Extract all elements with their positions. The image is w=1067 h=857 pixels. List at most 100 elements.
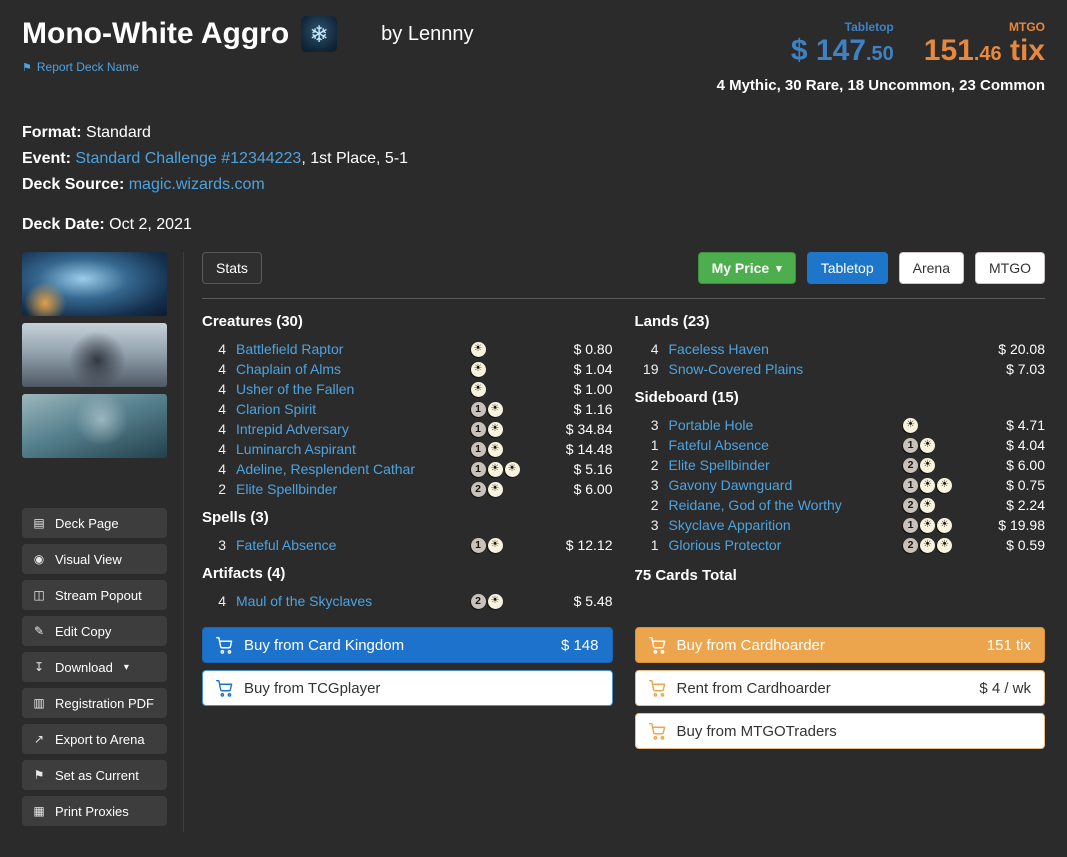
card-link[interactable]: Glorious Protector <box>669 537 904 553</box>
sidebar: ▤ Deck Page ◉ Visual View ◫ Stream Popout ✎ Edi… <box>22 252 167 832</box>
card-price: $ 0.59 <box>1006 537 1045 553</box>
sidebar-button-label: Registration PDF <box>55 695 154 711</box>
tab-mtgo[interactable]: MTGO <box>975 252 1045 284</box>
sidebar-button-download[interactable]: ↧ Download ▾ <box>22 652 167 682</box>
tab-arena[interactable]: Arena <box>898 252 964 284</box>
cart-icon <box>648 679 665 697</box>
card-link[interactable]: Gavony Dawnguard <box>669 477 904 493</box>
card-row: 3 Portable Hole ☀ $ 4.71 <box>635 415 1045 435</box>
card-row: 19 Snow-Covered Plains $ 7.03 <box>635 359 1045 379</box>
card-link[interactable]: Clarion Spirit <box>236 401 471 417</box>
generic-mana-icon: 1 <box>470 401 486 417</box>
deck-column: Lands (23) 4 Faceless Haven $ 20.08 19 Snow-C… <box>635 311 1046 611</box>
mana-cost: ☀ <box>470 381 543 397</box>
deck-meta: Format: Standard Event: Standard Challen… <box>22 120 1045 238</box>
card-price: $ 0.80 <box>573 341 613 357</box>
buy-button-buy-from-tcgplayer[interactable]: Buy from TCGplayer <box>202 670 613 706</box>
generic-mana-icon: 1 <box>470 441 486 457</box>
card-link[interactable]: Battlefield Raptor <box>236 341 471 357</box>
card-link[interactable]: Portable Hole <box>669 417 904 433</box>
event-line: Event: Standard Challenge #12344223, 1st… <box>22 146 1045 172</box>
card-row: 4 Battlefield Raptor ☀ $ 0.80 <box>202 339 613 359</box>
buy-button-buy-from-cardhoarder[interactable]: Buy from Cardhoarder 151 tix <box>634 627 1045 663</box>
card-link[interactable]: Luminarch Aspirant <box>236 441 471 457</box>
sidebar-button-visual-view[interactable]: ◉ Visual View <box>22 544 167 574</box>
sidebar-button-set-as-current[interactable]: ⚑ Set as Current <box>22 760 167 790</box>
sidebar-button-export-to-arena[interactable]: ↗ Export to Arena <box>22 724 167 754</box>
generic-mana-icon: 1 <box>903 517 918 533</box>
white-mana-icon: ☀ <box>487 401 503 417</box>
card-link[interactable]: Maul of the Skyclaves <box>236 593 471 609</box>
sidebar-button-label: Download <box>55 659 113 675</box>
card-qty: 4 <box>218 401 226 417</box>
card-qty: 2 <box>218 481 226 497</box>
card-link[interactable]: Snow-Covered Plains <box>669 361 904 377</box>
card-price: $ 1.16 <box>573 401 613 417</box>
white-mana-icon: ☀ <box>920 457 935 473</box>
deck-author: by Lennny <box>381 22 474 45</box>
card-link[interactable]: Usher of the Fallen <box>236 381 471 397</box>
generic-mana-icon: 1 <box>470 537 486 553</box>
deck-card-image-2 <box>22 323 167 387</box>
mana-cost: 2 ☀ <box>903 457 975 473</box>
card-qty: 2 <box>650 457 659 473</box>
white-mana-icon: ☀ <box>920 437 935 453</box>
cards-total: 75 Cards Total <box>634 567 737 584</box>
card-row: 4 Luminarch Aspirant 1 ☀ $ 14.48 <box>202 439 612 459</box>
deck-source-link[interactable]: magic.wizards.com <box>129 176 265 193</box>
card-link[interactable]: Elite Spellbinder <box>669 457 904 473</box>
tab-tabletop[interactable]: Tabletop <box>806 252 888 284</box>
card-qty: 3 <box>650 477 659 493</box>
report-deck-name-link[interactable]: ⚑ Report Deck Name <box>22 60 139 74</box>
cart-icon <box>216 679 233 697</box>
card-link[interactable]: Adeline, Resplendent Cathar <box>236 461 471 477</box>
card-link[interactable]: Faceless Haven <box>669 341 904 357</box>
generic-mana-icon: 1 <box>903 477 918 493</box>
buy-button-buy-from-mtgotraders[interactable]: Buy from MTGOTraders <box>634 713 1045 749</box>
card-qty: 3 <box>218 537 226 553</box>
card-link[interactable]: Fateful Absence <box>669 437 904 453</box>
sidebar-button-print-proxies[interactable]: ▦ Print Proxies <box>22 796 167 826</box>
card-price: $ 4.04 <box>1006 437 1045 453</box>
card-row: 3 Skyclave Apparition 1 ☀ ☀ $ 19.98 <box>635 515 1045 535</box>
eye-icon: ◉ <box>33 552 45 566</box>
buy-button-label: Buy from Cardhoarder <box>676 636 825 654</box>
sidebar-button-registration-pdf[interactable]: ▥ Registration PDF <box>22 688 167 718</box>
sidebar-button-deck-page[interactable]: ▤ Deck Page <box>22 508 167 538</box>
card-link[interactable]: Intrepid Adversary <box>236 421 471 437</box>
section-header-sideboard-15: Sideboard (15) <box>634 389 739 406</box>
sidebar-button-edit-copy[interactable]: ✎ Edit Copy <box>22 616 167 646</box>
format-value: Standard <box>86 124 151 141</box>
source-line: Deck Source: magic.wizards.com <box>22 172 1045 198</box>
card-link[interactable]: Reidane, God of the Worthy <box>669 497 904 513</box>
buy-button-label: Buy from TCGplayer <box>244 679 381 697</box>
buy-button-rent-from-cardhoarder[interactable]: Rent from Cardhoarder $ 4 / wk <box>634 670 1045 706</box>
stats-button[interactable]: Stats <box>202 252 262 284</box>
card-qty: 1 <box>650 437 659 453</box>
event-result: , 1st Place, 5-1 <box>301 150 409 167</box>
mana-cost: ☀ <box>903 417 975 433</box>
event-link[interactable]: Standard Challenge #12344223 <box>75 150 301 167</box>
white-mana-icon: ☀ <box>920 537 935 553</box>
cart-icon <box>648 722 665 740</box>
divider <box>202 298 1045 299</box>
tabletop-price-block: Tabletop $ 147.50 <box>791 20 894 71</box>
card-link[interactable]: Elite Spellbinder <box>236 481 471 497</box>
my-price-dropdown[interactable]: My Price ▾ <box>697 252 796 284</box>
snow-icon: ❄ <box>301 16 338 52</box>
card-row: 4 Faceless Haven $ 20.08 <box>635 339 1045 359</box>
mana-cost: ☀ <box>470 361 543 377</box>
card-link[interactable]: Chaplain of Alms <box>236 361 471 377</box>
card-price: $ 5.48 <box>573 593 613 609</box>
buy-button-label: Buy from Card Kingdom <box>244 636 405 654</box>
card-price: $ 34.84 <box>565 421 613 437</box>
white-mana-icon: ☀ <box>487 461 503 477</box>
sidebar-button-stream-popout[interactable]: ◫ Stream Popout <box>22 580 167 610</box>
card-price: $ 6.00 <box>573 481 613 497</box>
card-link[interactable]: Skyclave Apparition <box>669 517 904 533</box>
card-row: 4 Adeline, Resplendent Cathar 1 ☀ ☀ $ 5.16 <box>202 459 612 479</box>
buy-button-buy-from-card-kingdom[interactable]: Buy from Card Kingdom $ 148 <box>202 627 613 663</box>
card-link[interactable]: Fateful Absence <box>236 537 471 553</box>
export-icon: ↗ <box>33 732 45 746</box>
card-price: $ 6.00 <box>1006 457 1045 473</box>
